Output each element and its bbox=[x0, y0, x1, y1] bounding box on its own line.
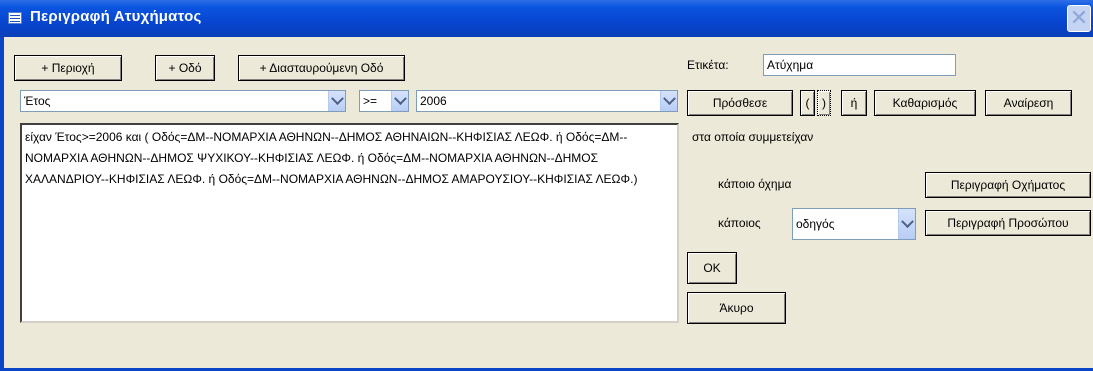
cancel-button[interactable]: Άκυρο bbox=[687, 292, 786, 324]
chevron-down-icon[interactable] bbox=[328, 91, 345, 111]
clear-button[interactable]: Καθαρισμός bbox=[874, 90, 976, 116]
vehicle-text: κάποιο όχημα bbox=[718, 177, 792, 191]
participants-text: στα οποία συμμετείχαν bbox=[692, 130, 814, 144]
person-prefix-text: κάποιος bbox=[718, 216, 761, 230]
value-select-value: 2006 bbox=[420, 94, 447, 108]
chevron-down-icon[interactable] bbox=[391, 91, 408, 111]
open-paren-button[interactable]: ( bbox=[800, 90, 815, 116]
value-select[interactable]: 2006 bbox=[416, 90, 678, 112]
ok-button[interactable]: OK bbox=[687, 252, 737, 284]
person-role-select[interactable]: οδηγός bbox=[792, 208, 916, 240]
chevron-down-icon[interactable] bbox=[898, 209, 915, 239]
window-title: Περιγραφή Ατυχήματος bbox=[30, 8, 202, 25]
undo-button[interactable]: Αναίρεση bbox=[985, 90, 1072, 116]
label-caption: Ετικέτα: bbox=[687, 58, 729, 72]
add-street-button[interactable]: + Οδό bbox=[155, 55, 215, 81]
vehicle-description-button[interactable]: Περιγραφή Οχήματος bbox=[925, 172, 1091, 198]
window-frame-left bbox=[0, 37, 4, 371]
close-paren-button[interactable]: ) bbox=[817, 90, 831, 116]
field-select-value: Έτος bbox=[24, 94, 51, 108]
operator-select[interactable]: >= bbox=[359, 90, 409, 112]
query-textarea[interactable]: είχαν Έτος>=2006 και ( Οδός=ΔΜ--ΝΟΜΑΡΧΙΑ… bbox=[20, 123, 679, 323]
label-input[interactable]: Ατύχημα bbox=[763, 54, 956, 76]
close-button[interactable]: ✕ bbox=[1067, 5, 1091, 32]
person-role-value: οδηγός bbox=[796, 217, 835, 231]
add-area-button[interactable]: + Περιοχή bbox=[14, 55, 122, 81]
person-description-button[interactable]: Περιγραφή Προσώπου bbox=[925, 210, 1091, 236]
form-icon bbox=[8, 12, 22, 24]
add-condition-button[interactable]: Πρόσθεσε bbox=[687, 90, 793, 116]
operator-select-value: >= bbox=[363, 94, 378, 108]
field-select[interactable]: Έτος bbox=[20, 90, 346, 112]
or-button[interactable]: ή bbox=[841, 90, 867, 116]
add-cross-street-button[interactable]: + Διασταυρούμενη Οδό bbox=[238, 55, 405, 81]
chevron-down-icon[interactable] bbox=[660, 91, 677, 111]
